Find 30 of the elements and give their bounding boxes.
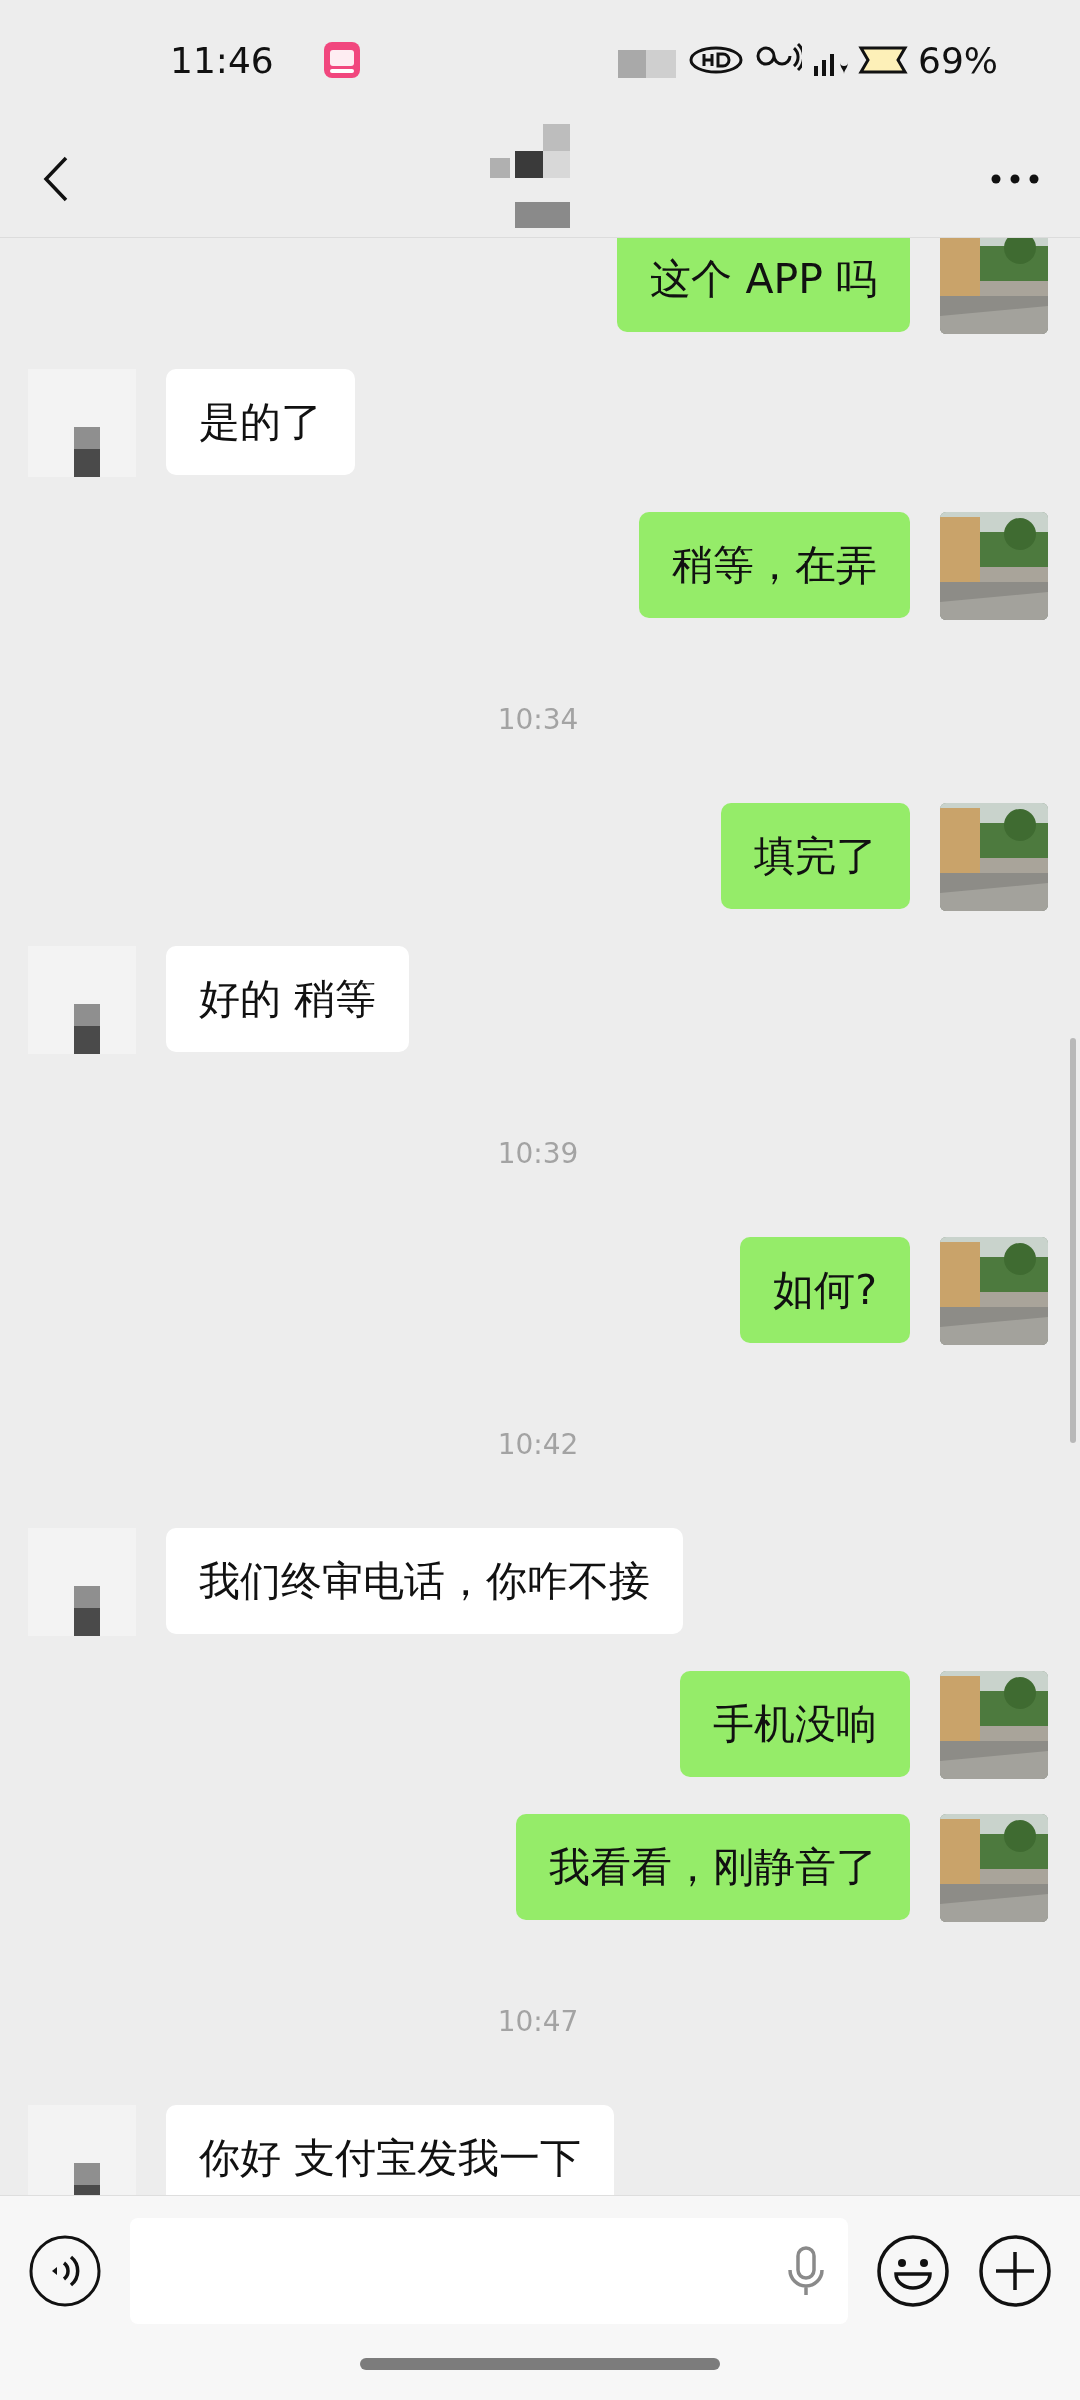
timestamp: 10:34 xyxy=(497,703,579,736)
voice-icon[interactable] xyxy=(28,2234,102,2308)
scrollbar[interactable] xyxy=(1070,1038,1076,1443)
message-bubble: 填完了 xyxy=(721,803,910,909)
avatar[interactable] xyxy=(28,2105,136,2195)
message-bubble: 好的 稍等 xyxy=(166,946,410,1052)
message-bubble: 我们终审电话，你咋不接 xyxy=(166,1528,683,1634)
timestamp: 10:42 xyxy=(497,1428,579,1461)
message-bubble: 如何? xyxy=(740,1237,910,1343)
timestamp: 10:39 xyxy=(497,1137,579,1170)
more-icon[interactable] xyxy=(990,172,1040,185)
avatar[interactable] xyxy=(28,1528,136,1636)
emoji-icon[interactable] xyxy=(876,2234,950,2308)
message-bubble: 这个 APP 吗 xyxy=(617,238,910,332)
plus-icon[interactable] xyxy=(978,2234,1052,2308)
message-bubble: 你好 支付宝发我一下 xyxy=(166,2105,615,2195)
app-icon xyxy=(323,42,360,78)
message-bubble: 是的了 xyxy=(166,369,355,475)
microphone-icon[interactable] xyxy=(786,2246,826,2296)
status-time: 11:46 xyxy=(170,39,274,81)
battery-level: 69% xyxy=(918,39,998,81)
timestamp: 10:47 xyxy=(497,2005,579,2038)
hd-icon xyxy=(688,44,744,76)
battery-icon xyxy=(858,45,908,75)
avatar[interactable] xyxy=(28,946,136,1054)
message-bubble: 我看看，刚静音了 xyxy=(516,1814,910,1920)
message-input[interactable] xyxy=(130,2218,848,2324)
message-bubble: 手机没响 xyxy=(680,1671,910,1777)
message-bubble: 稍等，在弄 xyxy=(639,512,910,618)
avatar[interactable] xyxy=(28,369,136,477)
